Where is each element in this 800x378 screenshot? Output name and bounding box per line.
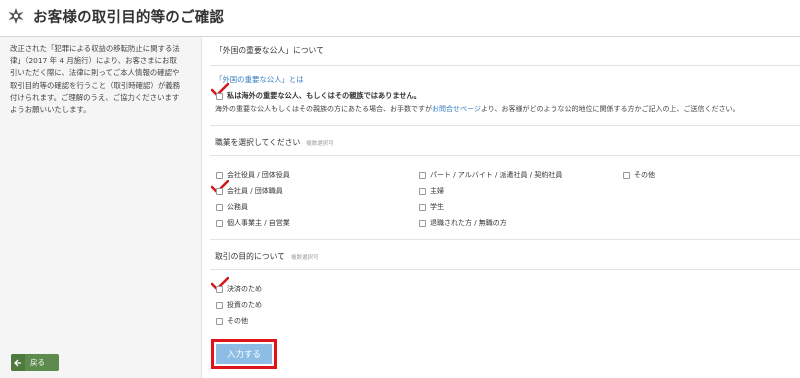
sidebar-text-line: ようお願いいたします。 — [10, 105, 91, 115]
occupation-option-label: 公務員 — [227, 203, 248, 211]
divider — [210, 155, 800, 156]
purpose-option[interactable]: 投資のため — [216, 300, 262, 310]
occupation-option[interactable]: 主婦 — [419, 186, 444, 196]
sidebar-text-line: 律」（2017 年 4 月施行）により、お客さまにお取 — [10, 56, 177, 66]
occupation-option[interactable]: 会社役員 / 団体役員 — [216, 170, 290, 180]
occupation-option[interactable]: 学生 — [419, 202, 444, 212]
purpose-heading: 取引の目的について 複数選択可 — [215, 251, 318, 262]
purpose-option[interactable]: 決済のため — [216, 284, 262, 294]
divider — [210, 239, 800, 240]
occupation-heading-label: 職業を選択してください — [215, 138, 301, 147]
pep-notice-text: より、お客様がどのような公的地位に関係する方かご記入の上、ご送信ください。 — [480, 105, 740, 113]
pep-notice: 海外の重要な公人もしくはその親族の方にあたる場合、お手数ですがお問合せページより… — [215, 104, 739, 114]
checkbox-box[interactable] — [216, 317, 223, 325]
divider — [210, 269, 800, 270]
occupation-option-label: 会社員 / 団体職員 — [227, 187, 283, 195]
main-form: 「外国の重要な公人」について 「外国の重要な公人」とは 私は海外の重要な公人、も… — [203, 37, 800, 378]
contact-page-link[interactable]: お問合せページ — [432, 105, 481, 113]
arrow-left-icon — [11, 354, 25, 371]
checkbox-box[interactable] — [623, 171, 630, 179]
occupation-option[interactable]: 会社員 / 団体職員 — [216, 186, 283, 196]
sidebar-text-line: 引いただく際に、法律に則ってご本人情報の確認や — [10, 68, 180, 78]
occupation-heading: 職業を選択してください 複数選択可 — [215, 137, 334, 148]
pep-heading: 「外国の重要な公人」について — [215, 46, 324, 55]
occupation-option-label: 退職された方 / 無職の方 — [430, 219, 507, 227]
occupation-option-label: パート / アルバイト / 派遣社員 / 契約社員 — [430, 171, 563, 179]
gear-icon — [7, 7, 25, 25]
divider — [210, 65, 800, 66]
submit-highlight: 入力する — [211, 339, 277, 369]
pep-declaration-checkbox[interactable]: 私は海外の重要な公人、もしくはその親族ではありません。 — [216, 91, 421, 101]
multi-select-hint: 複数選択可 — [306, 141, 334, 147]
checkbox-box[interactable] — [216, 301, 223, 309]
occupation-option[interactable]: 退職された方 / 無職の方 — [419, 218, 507, 228]
occupation-option[interactable]: パート / アルバイト / 派遣社員 / 契約社員 — [419, 170, 562, 180]
occupation-option-label: その他 — [634, 171, 655, 179]
checkbox-box[interactable] — [216, 285, 223, 293]
pep-notice-text: 海外の重要な公人もしくはその親族の方にあたる場合、お手数ですが — [215, 105, 432, 113]
sidebar-text-line: 改正された「犯罪による収益の移転防止に関する法 — [10, 44, 180, 53]
purpose-option[interactable]: その他 — [216, 316, 248, 326]
sidebar-text-line: 取引目的等の確認を行うこと（取引時確認）が義務 — [10, 80, 180, 90]
checkbox-box[interactable] — [216, 187, 223, 195]
purpose-option-label: その他 — [227, 317, 248, 325]
occupation-option[interactable]: その他 — [623, 170, 655, 180]
page-title: お客様の取引目的等のご確認 — [33, 9, 225, 26]
occupation-option-label: 会社役員 / 団体役員 — [227, 171, 290, 179]
occupation-option[interactable]: 公務員 — [216, 202, 248, 212]
checkbox-box[interactable] — [216, 203, 223, 211]
purpose-option-label: 投資のため — [227, 301, 262, 309]
checkbox-box[interactable] — [419, 171, 426, 179]
back-button-label: 戻る — [30, 358, 45, 367]
divider — [210, 125, 800, 126]
confirmation-panel: 改正された「犯罪による収益の移転防止に関する法 律」（2017 年 4 月施行）… — [0, 36, 800, 378]
occupation-option[interactable]: 個人事業主 / 自営業 — [216, 218, 290, 228]
pep-declaration-label: 私は海外の重要な公人、もしくはその親族ではありません。 — [227, 91, 421, 100]
page-header: お客様の取引目的等のご確認 — [0, 0, 800, 32]
checkbox-box[interactable] — [419, 219, 426, 227]
checkbox-box[interactable] — [216, 92, 223, 100]
occupation-option-label: 学生 — [430, 203, 444, 211]
checkbox-box[interactable] — [419, 203, 426, 211]
sidebar-description: 改正された「犯罪による収益の移転防止に関する法 律」（2017 年 4 月施行）… — [10, 43, 196, 116]
occupation-option-label: 個人事業主 / 自営業 — [227, 219, 290, 227]
back-button[interactable]: 戻る — [11, 354, 59, 371]
purpose-option-label: 決済のため — [227, 285, 262, 293]
checkbox-box[interactable] — [216, 219, 223, 227]
occupation-option-label: 主婦 — [430, 187, 444, 195]
purpose-heading-label: 取引の目的について — [215, 252, 285, 261]
checkbox-box[interactable] — [419, 187, 426, 195]
sidebar: 改正された「犯罪による収益の移転防止に関する法 律」（2017 年 4 月施行）… — [0, 37, 202, 378]
checkbox-box[interactable] — [216, 171, 223, 179]
submit-button[interactable]: 入力する — [216, 344, 272, 364]
sidebar-text-line: 付けられます。ご理解のうえ、ご協力くださいます — [10, 92, 180, 102]
multi-select-hint: 複数選択可 — [290, 255, 319, 261]
